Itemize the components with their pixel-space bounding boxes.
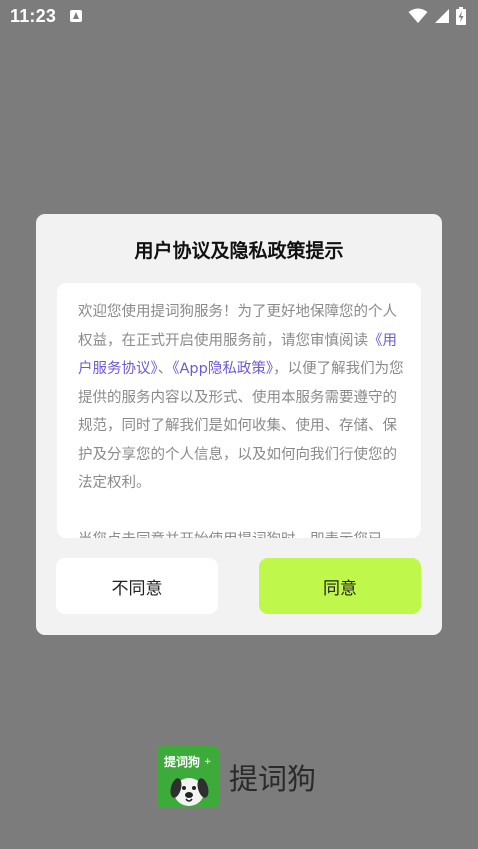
agree-button[interactable]: 同意 <box>259 558 421 614</box>
agreement-consent-text: 当您点击同意并开始使用提词狗时，即表示您已 <box>78 526 404 538</box>
brand: 提词狗 + 提词狗 <box>157 746 316 808</box>
dialog-title: 用户协议及隐私政策提示 <box>134 240 344 262</box>
signal-icon <box>434 8 450 24</box>
agreement-text: 欢迎您使用提词狗服务！为了更好地保障您的个人权益，在正式开启使用服务前，请您审慎… <box>78 298 404 538</box>
privacy-dialog: 用户协议及隐私政策提示 欢迎您使用提词狗服务！为了更好地保障您的个人权益，在正式… <box>36 214 442 635</box>
link-separator: 、 <box>157 361 173 377</box>
status-left: 11:23 <box>10 5 83 27</box>
battery-charging-icon <box>456 7 466 25</box>
status-right <box>408 7 466 25</box>
dog-logo-icon: 提词狗 + <box>157 746 219 808</box>
brand-name: 提词狗 <box>229 762 317 796</box>
wifi-icon <box>408 8 428 24</box>
agreement-detail-text: ，以便了解我们为您提供的服务内容以及形式、使用本服务需要遵守的规范，同时了解我们… <box>78 361 404 491</box>
svg-text:+: + <box>204 757 212 767</box>
privacy-policy-link[interactable]: 《App隐私政策》 <box>172 361 273 377</box>
app-notification-icon <box>70 10 83 22</box>
agreement-content-scroll[interactable]: 欢迎您使用提词狗服务！为了更好地保障您的个人权益，在正式开启使用服务前，请您审慎… <box>57 283 421 538</box>
agreement-intro-text: 欢迎您使用提词狗服务！为了更好地保障您的个人权益，在正式开启使用服务前，请您审慎… <box>78 304 397 349</box>
status-bar: 11:23 <box>0 0 478 32</box>
app-logo: 提词狗 + <box>157 746 219 808</box>
svg-text:提词狗: 提词狗 <box>164 754 200 769</box>
status-time: 11:23 <box>10 5 57 26</box>
disagree-button[interactable]: 不同意 <box>56 558 218 614</box>
